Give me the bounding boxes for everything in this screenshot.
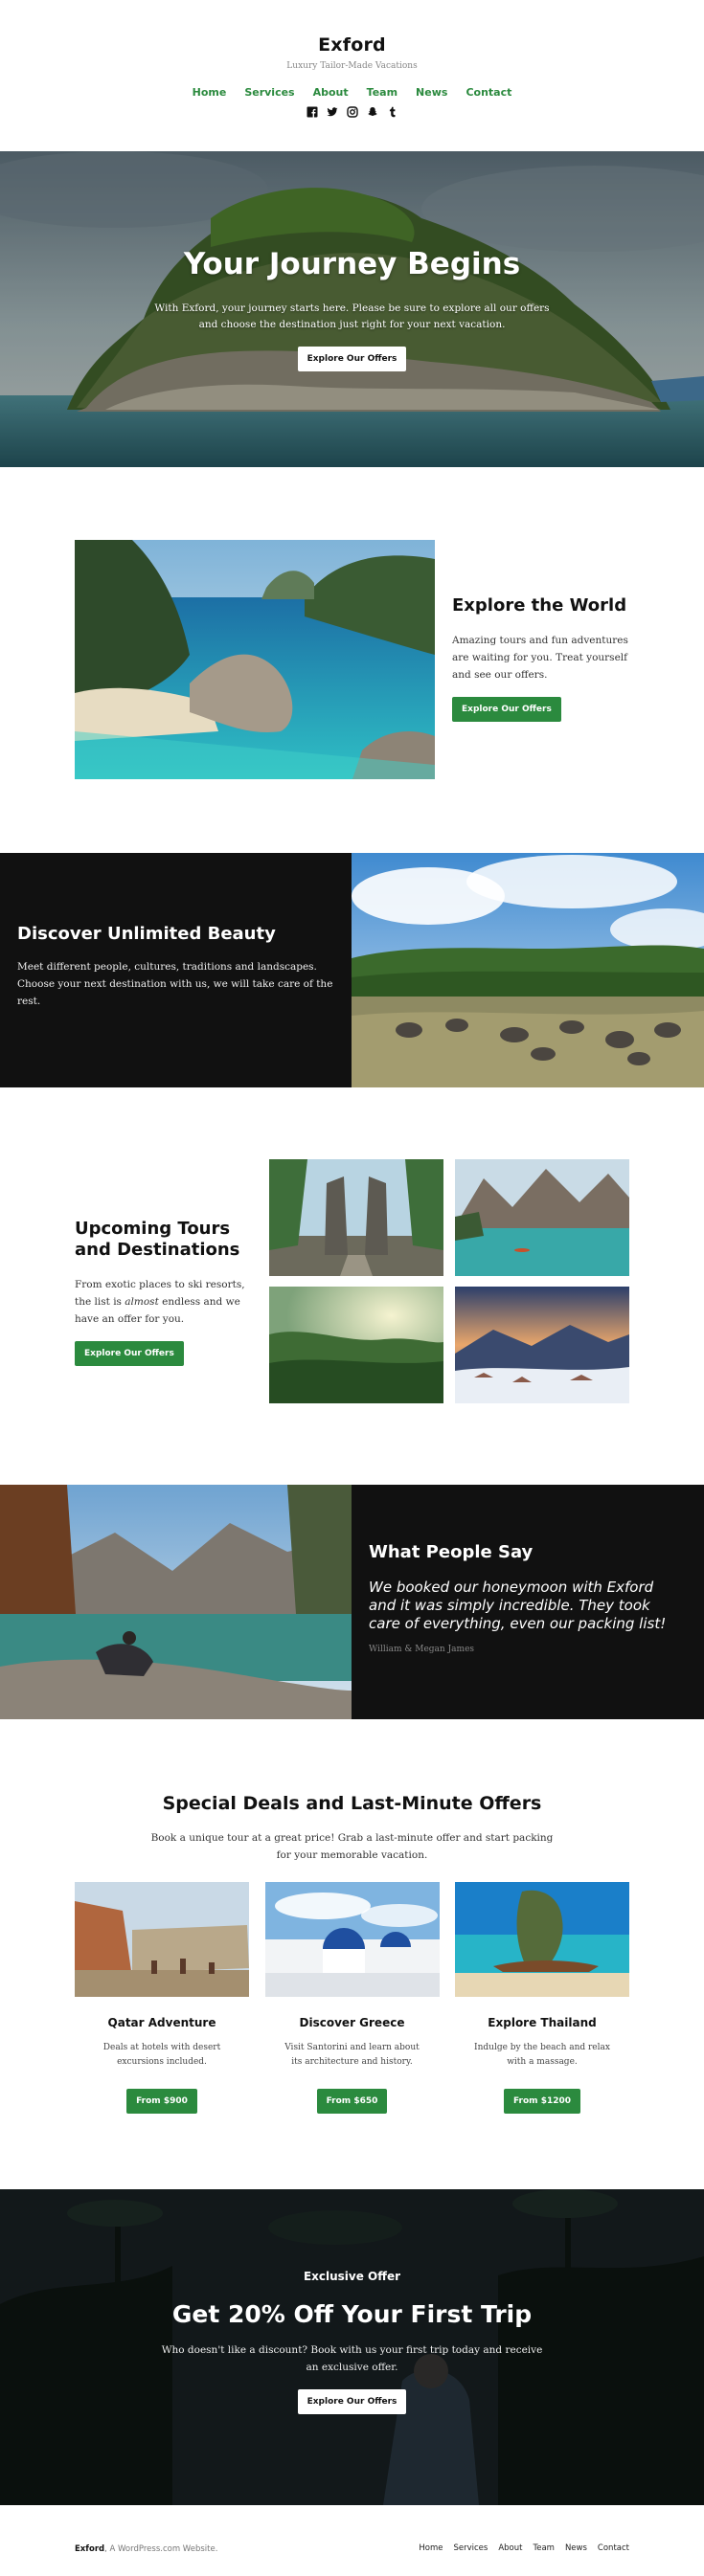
beauty-title: Discover Unlimited Beauty	[17, 924, 276, 944]
offer-section: Exclusive Offer Get 20% Off Your First T…	[0, 2189, 704, 2505]
elephants-image	[352, 853, 704, 1087]
site-header: Exford Luxury Tailor-Made Vacations Home…	[0, 0, 704, 151]
deal-card-qatar: Qatar Adventure Deals at hotels with des…	[75, 1882, 249, 2114]
lagoon-image	[75, 540, 435, 779]
nav-about[interactable]: About	[313, 86, 349, 99]
hero-section: Your Journey Begins With Exford, your jo…	[0, 151, 704, 467]
explore-offers-button[interactable]: Explore Our Offers	[452, 697, 561, 722]
deals-text: Book a unique tour at a great price! Gra…	[150, 1832, 554, 1861]
footer-nav-about[interactable]: About	[498, 2543, 522, 2553]
beauty-text: Meet different people, cultures, traditi…	[17, 961, 333, 1007]
deal-text: Visit Santorini and learn about its arch…	[284, 2043, 420, 2067]
deal-cards: Qatar Adventure Deals at hotels with des…	[75, 1882, 629, 2114]
deal-title: Qatar Adventure	[107, 2016, 216, 2029]
footer-nav-news[interactable]: News	[565, 2543, 587, 2553]
beauty-section: Discover Unlimited Beauty Meet different…	[0, 853, 704, 1087]
deals-title: Special Deals and Last-Minute Offers	[162, 1793, 542, 1814]
deal-text: Deals at hotels with desert excursions i…	[102, 2043, 221, 2067]
deals-section: Special Deals and Last-Minute Offers Boo…	[0, 1719, 704, 2189]
explore-title: Explore the World	[452, 595, 627, 616]
hero-explore-button[interactable]: Explore Our Offers	[297, 347, 407, 371]
deal-title: Explore Thailand	[488, 2016, 597, 2029]
explore-text: Amazing tours and fun adventures are wai…	[452, 635, 628, 681]
explore-section: Explore the World Amazing tours and fun …	[0, 467, 704, 853]
footer-nav: Home Services About Team News Contact	[419, 2543, 629, 2553]
deal-text: Indulge by the beach and relax with a ma…	[474, 2043, 610, 2067]
site-tagline: Luxury Tailor-Made Vacations	[286, 61, 418, 71]
footer-site-name[interactable]: Exford	[75, 2544, 104, 2554]
offer-explore-button[interactable]: Explore Our Offers	[297, 2389, 407, 2414]
thailand-image	[455, 1882, 629, 1997]
footer-nav-contact[interactable]: Contact	[598, 2543, 629, 2553]
qatar-image	[75, 1882, 249, 1997]
testimonial-author: William & Megan James	[369, 1645, 475, 1654]
deal-price-button[interactable]: From $650	[316, 2089, 388, 2114]
deal-card-thailand: Explore Thailand Indulge by the beach an…	[455, 1882, 629, 2114]
hero-title: Your Journey Begins	[183, 247, 521, 281]
footer-nav-services[interactable]: Services	[454, 2543, 488, 2553]
snapchat-icon[interactable]	[367, 106, 378, 118]
facebook-icon[interactable]	[307, 106, 318, 118]
nav-news[interactable]: News	[416, 86, 447, 99]
offer-kicker: Exclusive Offer	[303, 2270, 401, 2283]
offer-text: Who doesn't like a discount? Book with u…	[161, 2344, 543, 2373]
site-title[interactable]: Exford	[0, 34, 704, 56]
snow-town-image[interactable]	[455, 1287, 629, 1403]
deal-price-button[interactable]: From $1200	[503, 2089, 581, 2114]
footer-nav-home[interactable]: Home	[419, 2543, 443, 2553]
site-footer: Exford, A WordPress.com Website. Home Se…	[0, 2505, 704, 2576]
nav-services[interactable]: Services	[244, 86, 294, 99]
twitter-icon[interactable]	[326, 106, 338, 118]
deal-title: Discover Greece	[299, 2016, 405, 2029]
temple-gate-image[interactable]	[269, 1159, 443, 1276]
upcoming-offers-button[interactable]: Explore Our Offers	[75, 1341, 184, 1366]
forest-sunrise-image[interactable]	[269, 1287, 443, 1403]
upcoming-emphasis: almost	[125, 1296, 159, 1308]
greece-image	[264, 1882, 440, 1997]
lake-couple-image	[0, 1485, 352, 1719]
nav-contact[interactable]: Contact	[466, 86, 511, 99]
upcoming-section: Upcoming Tours and Destinations From exo…	[0, 1087, 704, 1485]
social-links	[0, 106, 704, 118]
offer-title: Get 20% Off Your First Trip	[171, 2300, 533, 2328]
testimonial-quote: We booked our honeymoon with Exford and …	[369, 1579, 667, 1632]
hero-text: With Exford, your journey starts here. P…	[154, 302, 550, 330]
footer-credit: Exford, A WordPress.com Website.	[75, 2544, 218, 2554]
nav-team[interactable]: Team	[367, 86, 397, 99]
footer-nav-team[interactable]: Team	[533, 2543, 554, 2553]
deal-price-button[interactable]: From $900	[126, 2089, 197, 2114]
destinations-grid	[269, 1159, 629, 1403]
upcoming-text: From exotic places to ski resorts, the l…	[75, 1279, 245, 1325]
tumblr-icon[interactable]	[387, 106, 398, 118]
testimonial-title: What People Say	[369, 1542, 534, 1562]
main-nav: Home Services About Team News Contact	[0, 86, 704, 99]
nav-home[interactable]: Home	[193, 86, 227, 99]
deal-card-greece: Discover Greece Visit Santorini and lear…	[264, 1882, 440, 2114]
testimonial-section: What People Say We booked our honeymoon …	[0, 1485, 704, 1719]
instagram-icon[interactable]	[346, 106, 358, 118]
mountain-lake-image[interactable]	[455, 1159, 629, 1276]
upcoming-title: Upcoming Tours and Destinations	[75, 1219, 240, 1260]
